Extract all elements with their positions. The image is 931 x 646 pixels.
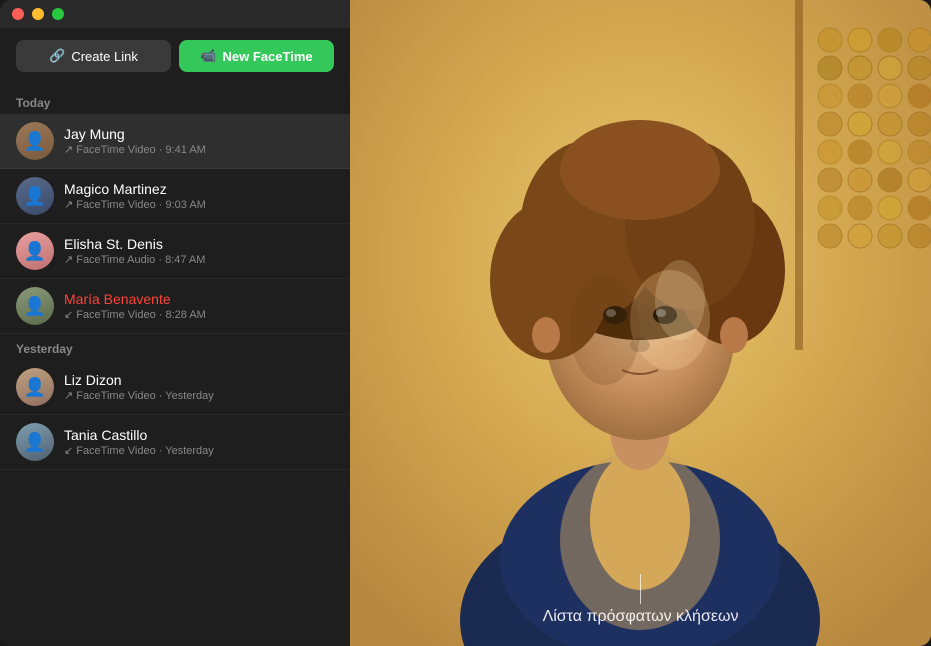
section-today: Today — [0, 88, 350, 114]
avatar: 👤 — [16, 177, 54, 215]
avatar: 👤 — [16, 232, 54, 270]
photo-area: Λίστα πρόσφατων κλήσεων — [350, 0, 931, 646]
call-detail-text: FaceTime Video · Yesterday — [76, 445, 214, 457]
list-item[interactable]: 👤 Liz Dizon ↗ FaceTime Video · Yesterday — [0, 360, 350, 415]
close-button[interactable] — [12, 8, 24, 20]
title-bar — [0, 0, 350, 28]
list-item[interactable]: 👤 Elisha St. Denis ↗ FaceTime Audio · 8:… — [0, 224, 350, 279]
link-icon: 🔗 — [49, 48, 65, 64]
call-detail: ↙ FaceTime Video · 8:28 AM — [64, 308, 334, 321]
list-item[interactable]: 👤 Magico Martinez ↗ FaceTime Video · 9:0… — [0, 169, 350, 224]
call-info: Jay Mung ↗ FaceTime Video · 9:41 AM — [64, 126, 334, 156]
call-name: Magico Martinez — [64, 181, 334, 197]
new-facetime-button[interactable]: 📹 New FaceTime — [179, 40, 334, 72]
call-name: Elisha St. Denis — [64, 236, 334, 252]
call-direction-icon: ↗ — [64, 253, 73, 266]
annotation-line — [640, 574, 641, 604]
call-detail-text: FaceTime Video · Yesterday — [76, 390, 214, 402]
call-info: Tania Castillo ↙ FaceTime Video · Yester… — [64, 427, 334, 457]
call-detail: ↗ FaceTime Audio · 8:47 AM — [64, 253, 334, 266]
section-today-label: Today — [0, 88, 350, 114]
call-detail: ↗ FaceTime Video · 9:03 AM — [64, 198, 334, 211]
call-detail-text: FaceTime Video · 8:28 AM — [76, 309, 206, 321]
avatar: 👤 — [16, 368, 54, 406]
call-direction-icon: ↙ — [64, 444, 73, 457]
call-detail-text: FaceTime Audio · 8:47 AM — [76, 254, 205, 266]
maximize-button[interactable] — [52, 8, 64, 20]
list-item[interactable]: 👤 María Benavente ↙ FaceTime Video · 8:2… — [0, 279, 350, 334]
call-list: Today 👤 Jay Mung ↗ FaceTime Video · 9:41… — [0, 88, 350, 646]
sidebar: 🔗 Create Link 📹 New FaceTime Today 👤 — [0, 0, 350, 646]
call-detail-text: FaceTime Video · 9:03 AM — [76, 199, 206, 211]
scene-svg — [350, 0, 931, 646]
call-detail: ↗ FaceTime Video · 9:41 AM — [64, 143, 334, 156]
avatar: 👤 — [16, 122, 54, 160]
call-name: Liz Dizon — [64, 372, 334, 388]
call-name: María Benavente — [64, 291, 334, 307]
annotation-container: Λίστα πρόσφατων κλήσεων — [543, 574, 739, 626]
call-direction-icon: ↙ — [64, 308, 73, 321]
call-info: María Benavente ↙ FaceTime Video · 8:28 … — [64, 291, 334, 321]
section-yesterday: Yesterday — [0, 334, 350, 360]
facetime-window: 🔗 Create Link 📹 New FaceTime Today 👤 — [0, 0, 931, 646]
minimize-button[interactable] — [32, 8, 44, 20]
call-direction-icon: ↗ — [64, 143, 73, 156]
avatar: 👤 — [16, 287, 54, 325]
call-name: Tania Castillo — [64, 427, 334, 443]
annotation-text: Λίστα πρόσφατων κλήσεων — [543, 608, 739, 626]
sidebar-buttons: 🔗 Create Link 📹 New FaceTime — [0, 28, 350, 88]
main-layout: 🔗 Create Link 📹 New FaceTime Today 👤 — [0, 0, 931, 646]
call-detail-text: FaceTime Video · 9:41 AM — [76, 144, 206, 156]
call-name: Jay Mung — [64, 126, 334, 142]
call-info: Magico Martinez ↗ FaceTime Video · 9:03 … — [64, 181, 334, 211]
avatar: 👤 — [16, 423, 54, 461]
new-facetime-label: New FaceTime — [223, 49, 313, 64]
call-direction-icon: ↗ — [64, 389, 73, 402]
call-detail: ↙ FaceTime Video · Yesterday — [64, 444, 334, 457]
section-yesterday-label: Yesterday — [0, 334, 350, 360]
annotation-area: Λίστα πρόσφατων κλήσεων — [350, 566, 931, 646]
create-link-label: Create Link — [71, 49, 137, 64]
call-detail: ↗ FaceTime Video · Yesterday — [64, 389, 334, 402]
list-item[interactable]: 👤 Tania Castillo ↙ FaceTime Video · Yest… — [0, 415, 350, 470]
call-direction-icon: ↗ — [64, 198, 73, 211]
create-link-button[interactable]: 🔗 Create Link — [16, 40, 171, 72]
video-camera-icon: 📹 — [200, 48, 216, 64]
call-info: Liz Dizon ↗ FaceTime Video · Yesterday — [64, 372, 334, 402]
call-info: Elisha St. Denis ↗ FaceTime Audio · 8:47… — [64, 236, 334, 266]
list-item[interactable]: 👤 Jay Mung ↗ FaceTime Video · 9:41 AM — [0, 114, 350, 169]
